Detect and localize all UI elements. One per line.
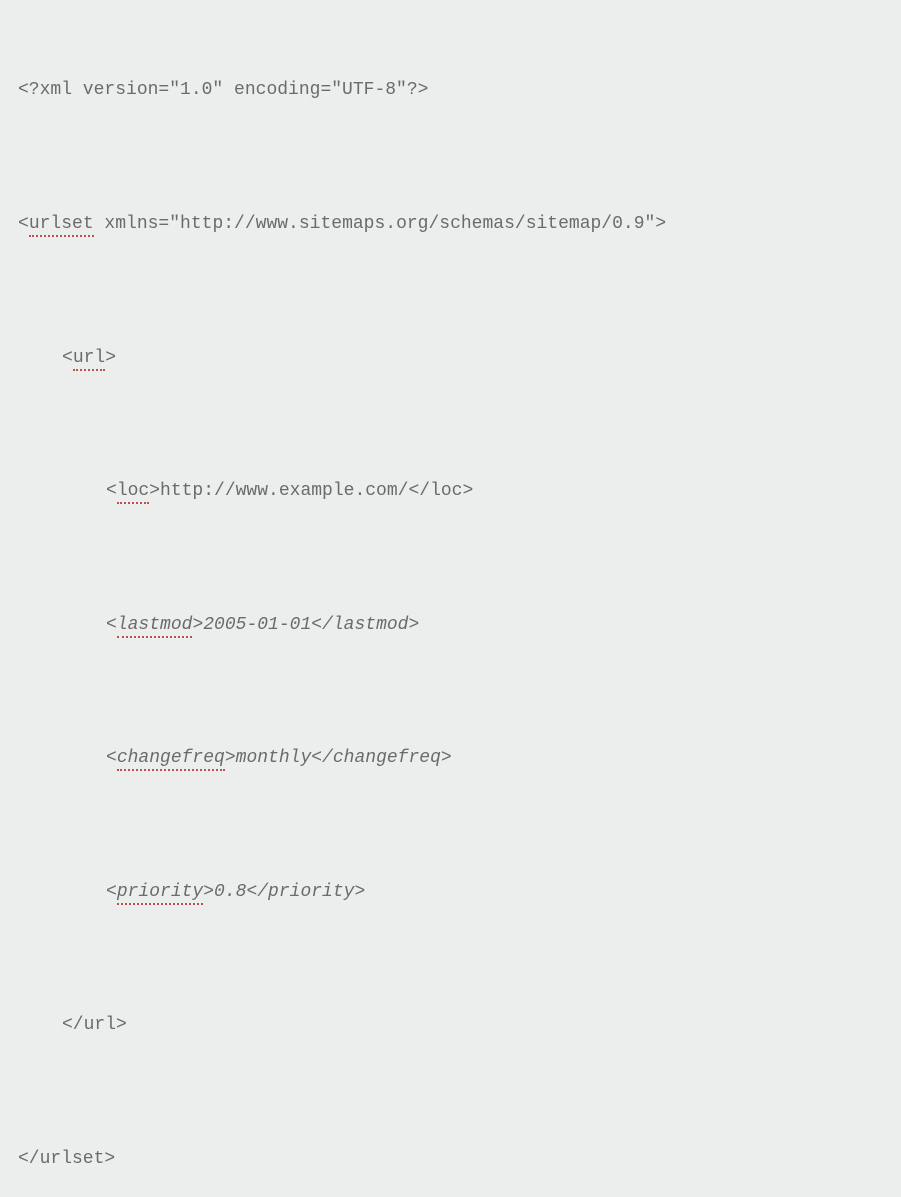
xml-code-block: <?xml version="1.0" encoding="UTF-8"?> <… [18, 28, 883, 1197]
bracket: < [18, 214, 29, 234]
bracket: < [106, 882, 117, 902]
code-line: <lastmod>2005-01-01</lastmod> [18, 613, 883, 638]
urlset-tag: urlset [29, 214, 94, 237]
bracket: > [105, 348, 116, 368]
xml-declaration: <?xml version="1.0" encoding="UTF-8"?> [18, 80, 428, 100]
attr-text: xmlns="http://www.sitemaps.org/schemas/s… [94, 214, 667, 234]
code-line: <loc>http://www.example.com/</loc> [18, 479, 883, 504]
code-line: <url> [18, 346, 883, 371]
lastmod-tag: lastmod [117, 615, 193, 638]
code-line: <changefreq>monthly</changefreq> [18, 746, 883, 771]
code-line: <priority>0.8</priority> [18, 880, 883, 905]
code-line: </urlset> [18, 1147, 883, 1172]
code-line: <?xml version="1.0" encoding="UTF-8"?> [18, 78, 883, 103]
bracket: < [106, 615, 117, 635]
bracket: < [106, 748, 117, 768]
loc-tag: loc [117, 481, 149, 504]
bracket: < [106, 481, 117, 501]
bracket: < [62, 348, 73, 368]
priority-content: >0.8</priority> [203, 882, 365, 902]
code-line: </url> [18, 1013, 883, 1038]
loc-content: >http://www.example.com/</loc> [149, 481, 473, 501]
url-close: </url> [62, 1015, 127, 1035]
urlset-close: </urlset> [18, 1149, 115, 1169]
priority-tag: priority [117, 882, 203, 905]
code-line: <urlset xmlns="http://www.sitemaps.org/s… [18, 212, 883, 237]
changefreq-tag: changefreq [117, 748, 225, 771]
changefreq-content: >monthly</changefreq> [225, 748, 452, 768]
lastmod-content: >2005-01-01</lastmod> [192, 615, 419, 635]
url-tag: url [73, 348, 105, 371]
